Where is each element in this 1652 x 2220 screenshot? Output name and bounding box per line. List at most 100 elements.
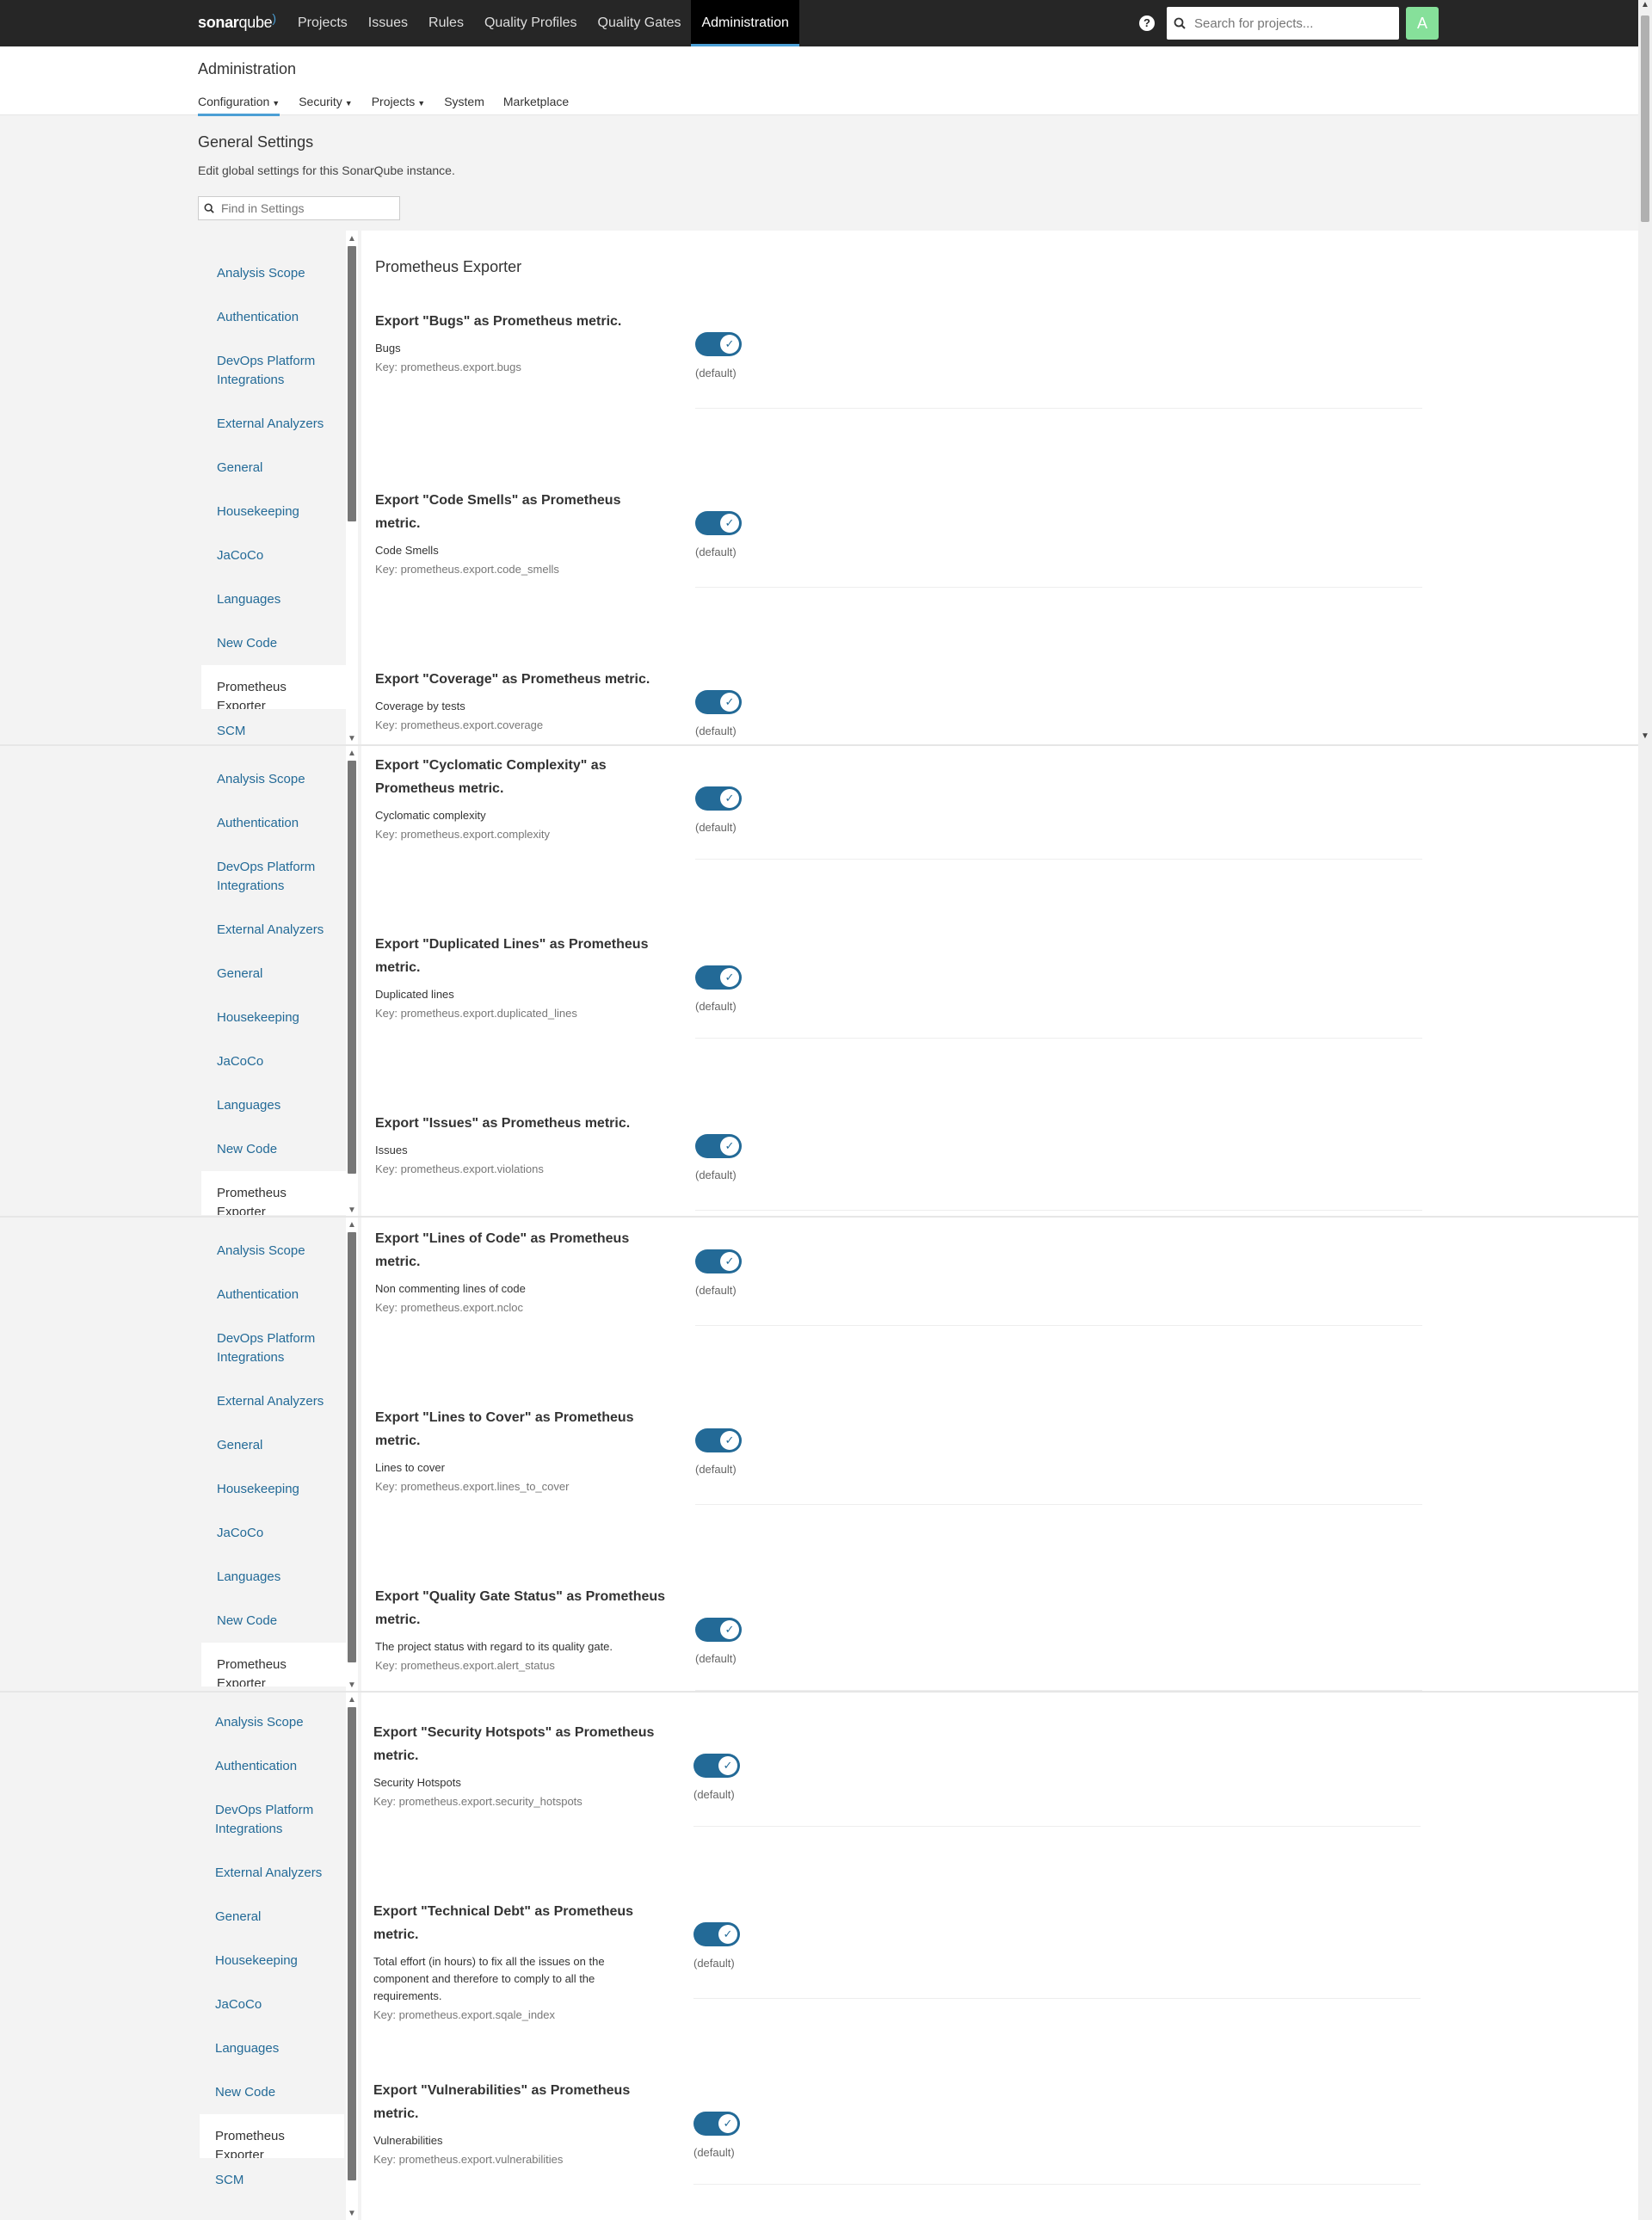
sidebar-item-new-code[interactable]: New Code	[201, 1127, 346, 1171]
sidebar-item-authentication[interactable]: Authentication	[200, 1744, 344, 1788]
nav-issues[interactable]: Issues	[358, 0, 418, 46]
scroll-up-icon[interactable]: ▲	[348, 234, 356, 244]
sidebar-item-analysis-scope[interactable]: Analysis Scope	[201, 757, 346, 801]
sidebar-item-jacoco[interactable]: JaCoCo	[201, 1039, 346, 1083]
enabled-toggle[interactable]: ✓	[695, 1134, 742, 1158]
sidebar-scroll-thumb[interactable]	[348, 761, 356, 1174]
capture-divider	[0, 744, 1638, 746]
sidebar-item-housekeeping[interactable]: Housekeeping	[201, 490, 346, 533]
sidebar-item-authentication[interactable]: Authentication	[201, 801, 346, 845]
enabled-toggle[interactable]: ✓	[695, 1428, 742, 1452]
sidebar-item-external-analyzers[interactable]: External Analyzers	[201, 908, 346, 952]
sidebar-item-general[interactable]: General	[201, 1423, 346, 1467]
sidebar-item-jacoco[interactable]: JaCoCo	[201, 533, 346, 577]
nav-rules[interactable]: Rules	[418, 0, 474, 46]
settings-panel: Analysis Scope Authentication DevOps Platf…	[0, 745, 1638, 1217]
sidebar-item-prometheus-exporter[interactable]: Prometheus Exporter	[200, 2114, 344, 2162]
setting-key: Key: prometheus.export.vulnerabilities	[373, 2153, 564, 2166]
subnav-system[interactable]: System	[444, 95, 484, 116]
sidebar-scrollbar[interactable]: ▲ ▼	[346, 231, 358, 745]
scroll-up-icon[interactable]: ▲	[348, 1220, 356, 1230]
subnav-marketplace[interactable]: Marketplace	[503, 95, 569, 116]
sidebar-item-analysis-scope[interactable]: Analysis Scope	[201, 251, 346, 295]
find-in-settings[interactable]	[198, 196, 400, 220]
sidebar-item-prometheus-exporter[interactable]: Prometheus Exporter	[201, 665, 346, 713]
sidebar-item-authentication[interactable]: Authentication	[201, 295, 346, 339]
sidebar-item-languages[interactable]: Languages	[201, 577, 346, 621]
enabled-toggle[interactable]: ✓	[693, 1922, 740, 1946]
sidebar-item-housekeeping[interactable]: Housekeeping	[201, 1467, 346, 1511]
sidebar-item-general[interactable]: General	[201, 446, 346, 490]
setting-item: Export "Lines of Code" as Prometheus met…	[375, 1227, 1425, 1326]
sidebar-item-jacoco[interactable]: JaCoCo	[201, 1511, 346, 1555]
sidebar-item-languages[interactable]: Languages	[201, 1555, 346, 1599]
sidebar-item-new-code[interactable]: New Code	[201, 621, 346, 665]
sidebar-scrollbar[interactable]: ▲ ▼	[346, 1692, 358, 2220]
subnav-security[interactable]: Security ▼	[299, 95, 353, 116]
sidebar-item-prometheus-exporter[interactable]: Prometheus Exporter	[201, 1643, 346, 1691]
enabled-toggle[interactable]: ✓	[695, 690, 742, 714]
enabled-toggle[interactable]: ✓	[695, 965, 742, 990]
page-scrollbar[interactable]: ▲ ▼	[1638, 0, 1652, 2220]
sidebar-item-housekeeping[interactable]: Housekeeping	[201, 996, 346, 1039]
subnav-projects[interactable]: Projects ▼	[372, 95, 426, 116]
sidebar-item-analysis-scope[interactable]: Analysis Scope	[200, 1700, 344, 1744]
scroll-down-icon[interactable]: ▼	[1641, 731, 1649, 741]
sidebar-item-analysis-scope[interactable]: Analysis Scope	[201, 1229, 346, 1273]
sidebar-item-general[interactable]: General	[200, 1895, 344, 1939]
scroll-up-icon[interactable]: ▲	[1641, 0, 1649, 9]
sidebar-item-external-analyzers[interactable]: External Analyzers	[200, 1851, 344, 1895]
enabled-toggle[interactable]: ✓	[693, 2112, 740, 2136]
enabled-toggle[interactable]: ✓	[695, 786, 742, 811]
scroll-up-icon[interactable]: ▲	[348, 749, 356, 758]
scroll-down-icon[interactable]: ▼	[348, 1206, 356, 1215]
scroll-down-icon[interactable]: ▼	[348, 734, 356, 743]
scroll-down-icon[interactable]: ▼	[348, 1680, 356, 1690]
sidebar-item-housekeeping[interactable]: Housekeeping	[200, 1939, 344, 1983]
enabled-toggle[interactable]: ✓	[695, 1618, 742, 1642]
nav-quality-profiles[interactable]: Quality Profiles	[474, 0, 588, 46]
project-search[interactable]	[1167, 7, 1399, 40]
scroll-down-icon[interactable]: ▼	[348, 2209, 356, 2218]
sidebar-item-jacoco[interactable]: JaCoCo	[200, 1983, 344, 2026]
subnav-configuration[interactable]: Configuration ▼	[198, 95, 280, 116]
main-nav: Projects Issues Rules Quality Profiles Q…	[287, 0, 799, 46]
sidebar-item-external-analyzers[interactable]: External Analyzers	[201, 1379, 346, 1423]
sidebar-scroll-thumb[interactable]	[348, 1707, 356, 2180]
sidebar-item-devops-platform-integrations[interactable]: DevOps Platform Integrations	[201, 845, 346, 908]
nav-quality-gates[interactable]: Quality Gates	[588, 0, 692, 46]
enabled-toggle[interactable]: ✓	[693, 1754, 740, 1778]
sidebar-item-scm[interactable]: SCM	[200, 2158, 344, 2202]
enabled-toggle[interactable]: ✓	[695, 332, 742, 356]
sidebar-item-devops-platform-integrations[interactable]: DevOps Platform Integrations	[201, 339, 346, 402]
sidebar-item-devops-platform-integrations[interactable]: DevOps Platform Integrations	[201, 1317, 346, 1379]
sidebar-item-devops-platform-integrations[interactable]: DevOps Platform Integrations	[200, 1788, 344, 1851]
sidebar-scroll-thumb[interactable]	[348, 246, 356, 521]
sidebar-item-languages[interactable]: Languages	[201, 1083, 346, 1127]
sidebar-item-authentication[interactable]: Authentication	[201, 1273, 346, 1317]
nav-administration[interactable]: Administration	[691, 0, 799, 46]
sidebar-item-new-code[interactable]: New Code	[200, 2070, 344, 2114]
scroll-up-icon[interactable]: ▲	[348, 1695, 356, 1705]
sidebar-item-prometheus-exporter[interactable]: Prometheus Exporter	[201, 1171, 346, 1217]
sidebar-scroll-thumb[interactable]	[348, 1232, 356, 1662]
find-in-settings-input[interactable]	[219, 200, 391, 216]
sidebar-item-languages[interactable]: Languages	[200, 2026, 344, 2070]
sidebar-item-new-code[interactable]: New Code	[201, 1599, 346, 1643]
sidebar-item-external-analyzers[interactable]: External Analyzers	[201, 402, 346, 446]
avatar[interactable]: A	[1406, 7, 1439, 40]
setting-title: Export "Security Hotspots" as Prometheus…	[373, 1725, 655, 1763]
help-icon[interactable]: ?	[1139, 15, 1155, 31]
sidebar-item-general[interactable]: General	[201, 952, 346, 996]
settings-category-list: Analysis Scope Authentication DevOps Platf…	[201, 251, 346, 745]
project-search-input[interactable]	[1193, 15, 1382, 32]
enabled-toggle[interactable]: ✓	[695, 511, 742, 535]
page-scroll-thumb[interactable]	[1641, 15, 1649, 222]
nav-projects[interactable]: Projects	[287, 0, 358, 46]
sonarqube-logo[interactable]: sonarqube)	[198, 11, 276, 32]
setting-title: Export "Coverage" as Prometheus metric.	[375, 672, 650, 687]
sidebar-scrollbar[interactable]: ▲ ▼	[346, 1217, 358, 1692]
sidebar-item-scm[interactable]: SCM	[201, 709, 346, 745]
enabled-toggle[interactable]: ✓	[695, 1249, 742, 1273]
sidebar-scrollbar[interactable]: ▲ ▼	[346, 745, 358, 1217]
